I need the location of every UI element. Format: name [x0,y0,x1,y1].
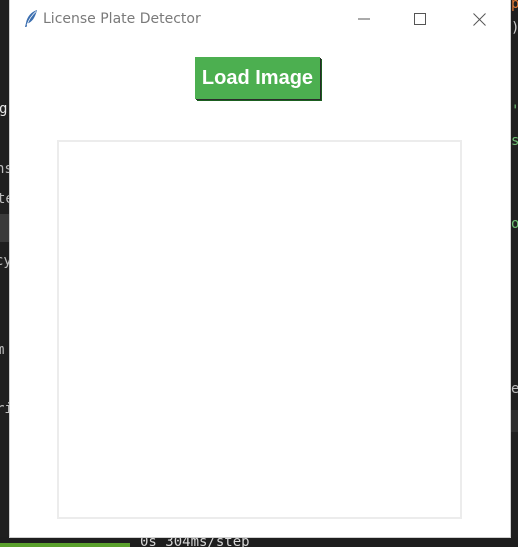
background-text: p [511,0,518,12]
background-editor-right [510,0,518,547]
background-editor-left [0,0,10,547]
feather-icon [22,9,40,29]
window-title: License Plate Detector [43,11,201,27]
background-text: m [0,342,5,358]
background-progress-bar [0,543,130,547]
maximize-icon [414,13,426,25]
close-button[interactable] [450,0,508,38]
background-text: ' [511,103,518,119]
desktop: g ns te cy m ri p ) ' s o e 0s 304ms/ste… [0,0,518,547]
background-editor-highlight [0,214,10,242]
background-text: s [511,133,518,149]
background-text: e [511,381,518,397]
background-editor-highlight [510,410,518,432]
close-icon [472,12,486,26]
background-text: o [511,216,518,232]
image-display-panel [57,140,462,519]
minimize-icon [358,13,370,25]
maximize-button[interactable] [391,0,449,38]
minimize-button[interactable] [335,0,393,38]
background-text: ) [511,20,518,36]
app-window: License Plate Detector Load Image [10,0,510,537]
load-image-button[interactable]: Load Image [195,57,320,99]
background-text: g [0,101,8,117]
title-bar[interactable]: License Plate Detector [10,0,510,38]
